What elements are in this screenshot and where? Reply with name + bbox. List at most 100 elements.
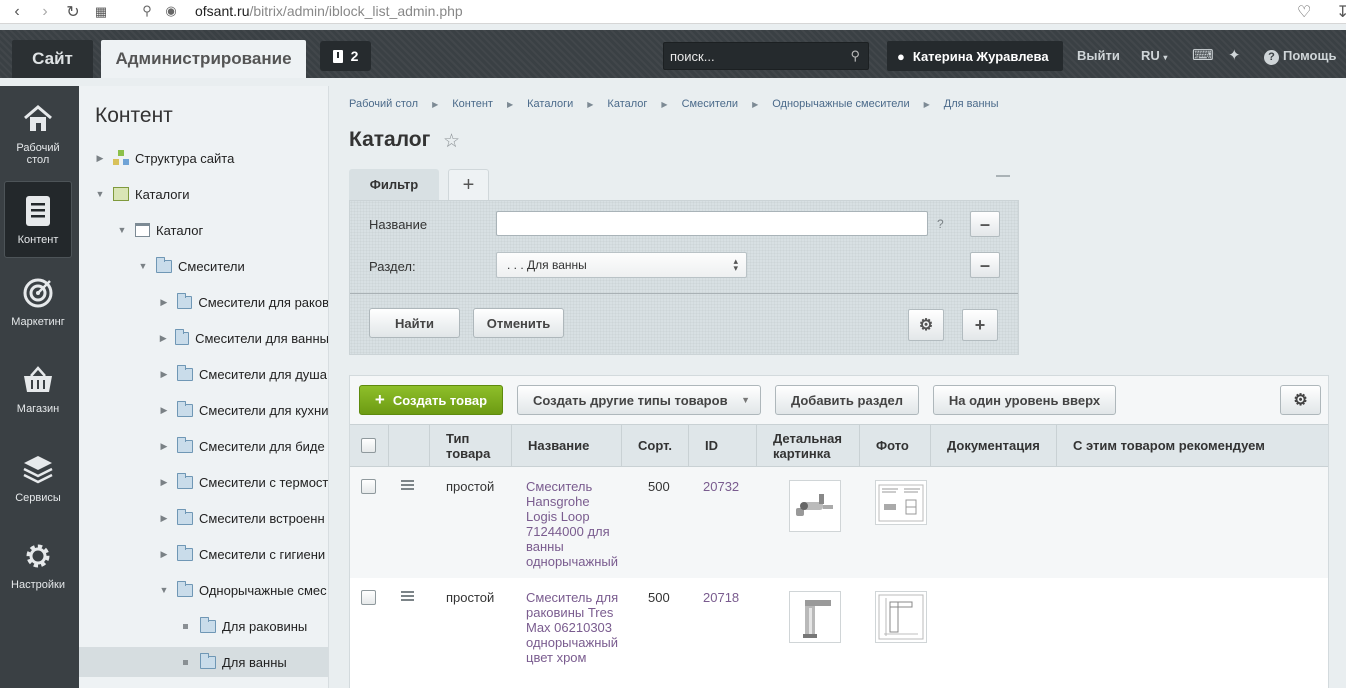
logout-link[interactable]: Выйти: [1077, 48, 1120, 63]
section-select[interactable]: . . . Для ванны ▴ ▾: [496, 252, 747, 278]
breadcrumb-item[interactable]: Рабочий стол: [349, 98, 418, 112]
find-button[interactable]: Найти: [369, 308, 460, 338]
expand-arrow-icon[interactable]: ▶: [159, 477, 169, 488]
breadcrumb-item[interactable]: Контент: [452, 98, 493, 112]
tree-item[interactable]: ▶ Смесители для ванны: [79, 323, 328, 353]
collapse-arrow-icon[interactable]: ▼: [117, 225, 127, 235]
tree-item[interactable]: ▼ Каталоги: [79, 179, 328, 209]
expand-arrow-icon[interactable]: ▶: [159, 297, 169, 308]
row-checkbox[interactable]: [361, 479, 376, 494]
tree-item[interactable]: ▼ Каталог: [79, 215, 328, 245]
expand-arrow-icon[interactable]: ▶: [159, 369, 169, 380]
breadcrumb-item[interactable]: Каталог: [607, 98, 647, 112]
help-link[interactable]: ? Помощь: [1264, 48, 1336, 65]
cancel-button[interactable]: Отменить: [473, 308, 564, 338]
detail-picture-thumbnail[interactable]: [789, 480, 841, 532]
menu-desktop[interactable]: Рабочий стол: [4, 102, 72, 166]
tree-item-selected[interactable]: Для ванны: [79, 647, 328, 677]
reload-icon[interactable]: ↻: [62, 1, 84, 23]
expand-arrow-icon[interactable]: ▶: [159, 513, 169, 524]
filter-tab[interactable]: Фильтр: [349, 169, 439, 200]
list-settings-button[interactable]: ⚙: [1280, 385, 1321, 415]
tree-item[interactable]: ▼ Смесители: [79, 251, 328, 281]
tree-item[interactable]: ▶ Смесители для биде: [79, 431, 328, 461]
menu-services[interactable]: Сервисы: [4, 452, 72, 504]
expand-arrow-icon[interactable]: ▶: [159, 333, 167, 344]
column-detail-picture[interactable]: Детальная картинка: [756, 425, 859, 466]
tree-item[interactable]: ▶ Смесители для раков: [79, 287, 328, 317]
collapse-arrow-icon[interactable]: ▼: [159, 585, 169, 595]
search-input[interactable]: поиск... ⚲: [663, 42, 869, 70]
column-id[interactable]: ID: [688, 425, 756, 466]
row-menu-icon[interactable]: [401, 591, 414, 601]
remove-name-field-button[interactable]: –: [970, 211, 1000, 237]
expand-arrow-icon[interactable]: ▶: [159, 441, 169, 452]
tree-item[interactable]: Для раковины: [79, 611, 328, 641]
tree-item[interactable]: ▶ Смесители для душа: [79, 359, 328, 389]
level-up-button[interactable]: На один уровень вверх: [933, 385, 1116, 415]
tree-item[interactable]: ▶ Структура сайта: [79, 143, 328, 173]
expand-arrow-icon[interactable]: ▶: [95, 153, 105, 164]
expand-arrow-icon[interactable]: ▶: [159, 549, 169, 560]
address-bar[interactable]: ofsant.ru/bitrix/admin/iblock_list_admin…: [195, 3, 463, 19]
favorite-star-icon[interactable]: ☆: [443, 130, 460, 153]
language-select[interactable]: RU ▾: [1141, 48, 1167, 63]
menu-shop[interactable]: Магазин: [4, 363, 72, 415]
tree-item[interactable]: ▶ Смесители встроенн: [79, 503, 328, 533]
column-recommend[interactable]: С этим товаром рекомендуем: [1056, 425, 1328, 466]
create-other-types-button[interactable]: Создать другие типы товаров ▼: [517, 385, 761, 415]
menu-marketing[interactable]: Маркетинг: [4, 276, 72, 328]
menu-settings[interactable]: Настройки: [4, 539, 72, 591]
search-icon[interactable]: ⚲: [850, 48, 860, 64]
select-all-checkbox[interactable]: [361, 438, 376, 453]
column-sort[interactable]: Сорт.: [621, 425, 688, 466]
add-filter-field-button[interactable]: +: [962, 309, 998, 341]
tree-item[interactable]: ▼ Однорычажные смес: [79, 575, 328, 605]
tabs-grid-icon[interactable]: ▦: [90, 1, 112, 23]
keyboard-icon[interactable]: ⌨: [1192, 46, 1214, 64]
bookmark-heart-icon[interactable]: ♡: [1297, 2, 1311, 22]
help-icon[interactable]: ?: [937, 217, 944, 231]
column-documentation[interactable]: Документация: [930, 425, 1056, 466]
photo-thumbnail[interactable]: [875, 591, 927, 643]
column-name[interactable]: Название: [511, 425, 621, 466]
table-row[interactable]: простой Смеситель для раковины Tres Max …: [350, 578, 1328, 688]
row-menu-icon[interactable]: [401, 480, 414, 490]
breadcrumb-item[interactable]: Однорычажные смесители: [772, 98, 909, 112]
back-icon[interactable]: ‹: [6, 1, 28, 23]
breadcrumb-item[interactable]: Смесители: [682, 98, 739, 112]
row-name-link[interactable]: Смеситель для раковины Tres Max 06210303…: [526, 590, 622, 665]
remove-section-field-button[interactable]: –: [970, 252, 1000, 278]
key-icon[interactable]: ⚲: [138, 2, 156, 20]
pin-icon[interactable]: ✦: [1228, 46, 1241, 64]
collapse-filter-icon[interactable]: [996, 175, 1010, 177]
column-photo[interactable]: Фото: [859, 425, 930, 466]
column-type[interactable]: Тип товара: [429, 425, 511, 466]
admin-tab[interactable]: Администрирование: [101, 40, 306, 78]
table-row[interactable]: простой Смеситель Hansgrohe Logis Loop 7…: [350, 467, 1328, 578]
expand-arrow-icon[interactable]: ▶: [159, 405, 169, 416]
row-id-link[interactable]: 20718: [703, 590, 739, 605]
forward-icon[interactable]: ›: [34, 1, 56, 23]
detail-picture-thumbnail[interactable]: [789, 591, 841, 643]
breadcrumb-item[interactable]: Каталоги: [527, 98, 573, 112]
site-tab[interactable]: Сайт: [12, 40, 93, 78]
user-menu[interactable]: ● Катерина Журавлева: [887, 41, 1063, 71]
tree-item[interactable]: ▶ Смесители для кухни: [79, 395, 328, 425]
row-name-link[interactable]: Смеситель Hansgrohe Logis Loop 71244000 …: [526, 479, 622, 569]
notifications-button[interactable]: 2: [320, 41, 371, 71]
filter-name-input[interactable]: [496, 211, 928, 236]
collapse-arrow-icon[interactable]: ▼: [95, 189, 105, 199]
filter-settings-button[interactable]: ⚙: [908, 309, 944, 341]
row-id-link[interactable]: 20732: [703, 479, 739, 494]
menu-content[interactable]: Контент: [4, 181, 72, 258]
add-filter-tab-button[interactable]: +: [448, 169, 489, 200]
photo-thumbnail[interactable]: [875, 480, 927, 525]
collapse-arrow-icon[interactable]: ▼: [138, 261, 148, 271]
tree-item[interactable]: ▶ Смесители с гигиени: [79, 539, 328, 569]
create-product-button[interactable]: + Создать товар: [359, 385, 503, 415]
tree-item[interactable]: ▶ Смесители с термост: [79, 467, 328, 497]
row-checkbox[interactable]: [361, 590, 376, 605]
download-icon[interactable]: ↧: [1336, 2, 1346, 22]
add-section-button[interactable]: Добавить раздел: [775, 385, 919, 415]
